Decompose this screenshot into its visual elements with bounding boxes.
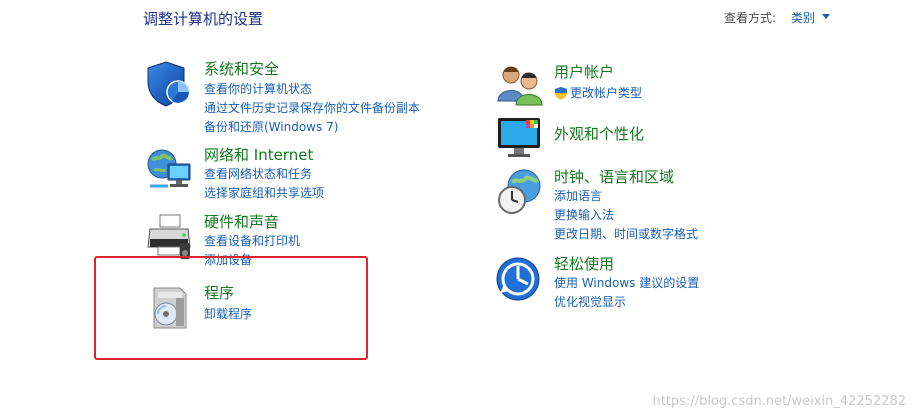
watermark-text: https://blog.csdn.net/weixin_42252282: [652, 394, 906, 409]
link-file-history[interactable]: 通过文件历史记录保存你的文件备份副本: [204, 100, 420, 116]
view-by-label: 查看方式:: [724, 11, 777, 25]
monitor-palette-icon[interactable]: [496, 114, 544, 162]
category-title[interactable]: 时钟、语言和区域: [554, 168, 674, 186]
link-devices-printers[interactable]: 查看设备和打印机: [204, 233, 300, 249]
category-title[interactable]: 轻松使用: [554, 255, 614, 273]
page-title: 调整计算机的设置: [143, 10, 264, 28]
clock-globe-icon[interactable]: [496, 168, 544, 216]
category-title[interactable]: 外观和个性化: [554, 125, 644, 143]
link-label[interactable]: 更改帐户类型: [570, 86, 642, 100]
link-homegroup-sharing[interactable]: 选择家庭组和共享选项: [204, 185, 324, 201]
shield-icon[interactable]: [146, 60, 194, 108]
category-title[interactable]: 用户帐户: [554, 63, 614, 81]
chevron-down-icon[interactable]: [822, 14, 830, 19]
ease-of-access-icon[interactable]: [496, 255, 544, 303]
view-by-dropdown[interactable]: 类别: [791, 9, 815, 26]
uac-shield-icon: [554, 86, 568, 100]
printer-icon[interactable]: [146, 213, 194, 261]
category-title[interactable]: 网络和 Internet: [204, 146, 313, 164]
link-change-account-type[interactable]: 更改帐户类型: [554, 85, 642, 101]
link-backup-restore[interactable]: 备份和还原(Windows 7): [204, 119, 338, 135]
category-title[interactable]: 系统和安全: [204, 60, 279, 78]
category-title[interactable]: 硬件和声音: [204, 213, 279, 231]
link-network-status[interactable]: 查看网络状态和任务: [204, 166, 312, 182]
highlight-annotation-box: [94, 256, 368, 360]
network-globe-icon[interactable]: [146, 146, 194, 194]
link-view-computer-status[interactable]: 查看你的计算机状态: [204, 81, 312, 97]
link-change-date-time-format[interactable]: 更改日期、时间或数字格式: [554, 226, 698, 242]
link-add-language[interactable]: 添加语言: [554, 188, 602, 204]
link-windows-recommended-settings[interactable]: 使用 Windows 建议的设置: [554, 275, 699, 291]
link-change-input-method[interactable]: 更换输入法: [554, 207, 614, 223]
users-icon[interactable]: [496, 63, 544, 111]
link-optimize-visual-display[interactable]: 优化视觉显示: [554, 294, 626, 310]
